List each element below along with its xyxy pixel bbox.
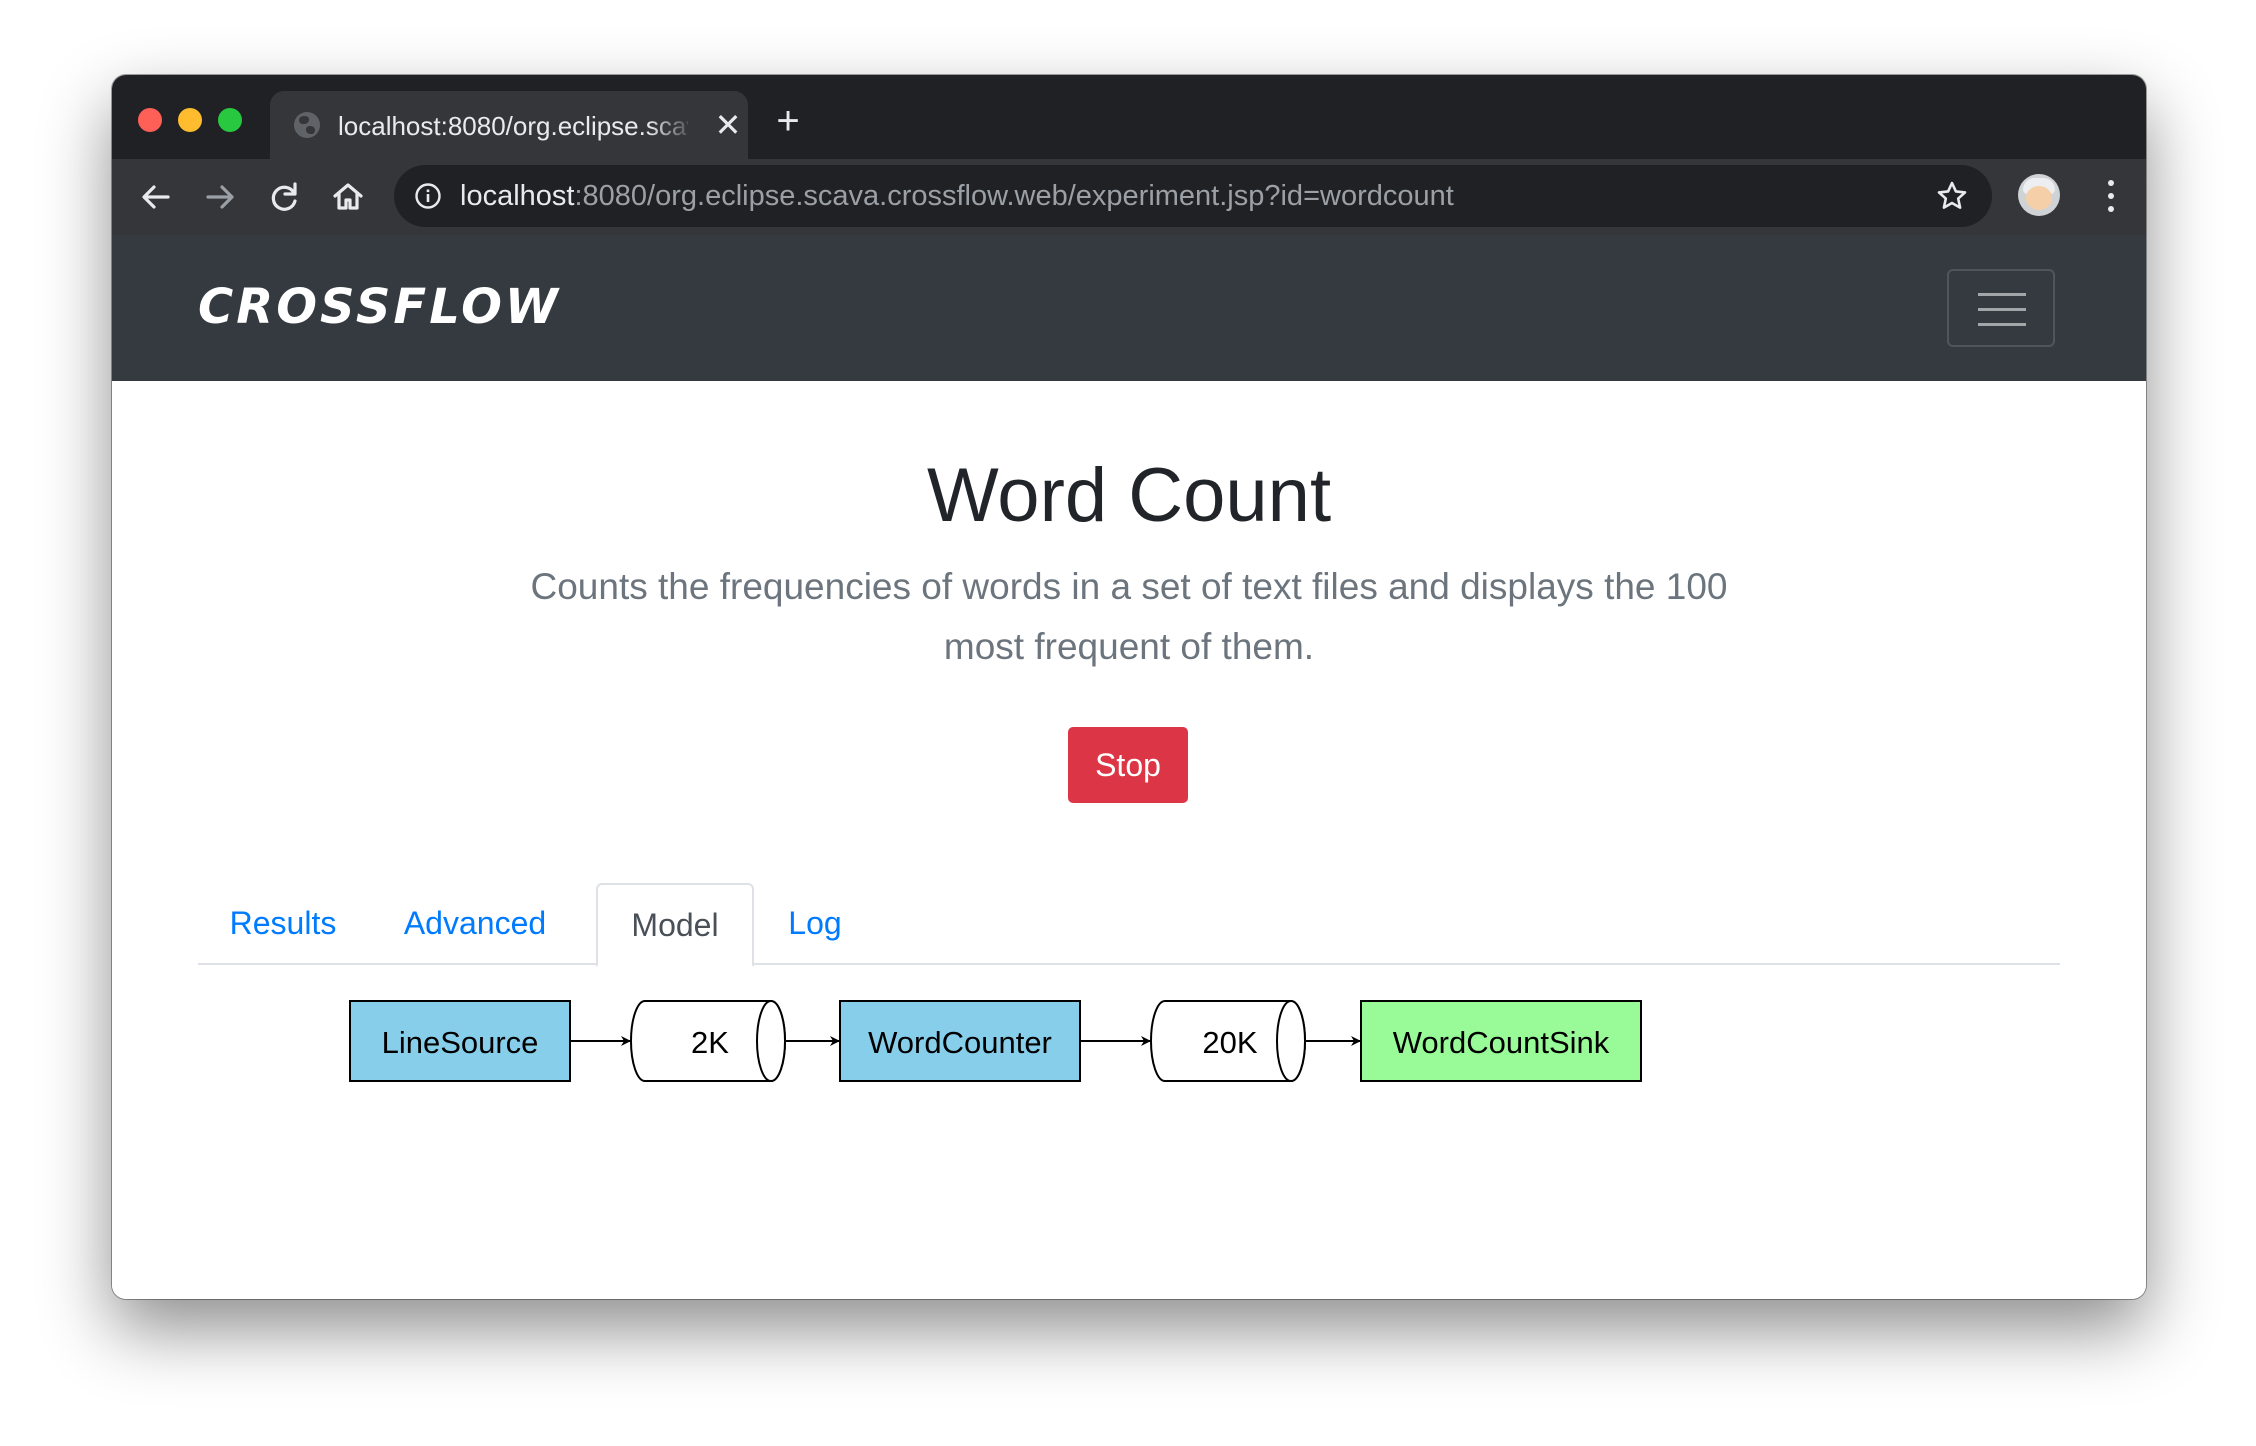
hamburger-icon — [1978, 293, 2026, 296]
queue-label: 20K — [1202, 1025, 1257, 1060]
minimize-window-button[interactable] — [178, 108, 202, 132]
browser-toolbar: localhost:8080/org.eclipse.scava.crossfl… — [112, 159, 2146, 235]
forward-icon[interactable] — [196, 173, 244, 221]
queue-node-20k[interactable]: 20K — [1150, 1000, 1306, 1082]
browser-tab[interactable]: localhost:8080/org.eclipse.scava.crossfl… — [270, 91, 748, 159]
brand-logo[interactable]: CROSSFLOW — [198, 279, 561, 335]
task-label: LineSource — [382, 1025, 539, 1060]
queue-node-2k[interactable]: 2K — [630, 1000, 786, 1082]
experiment-description: Counts the frequencies of words in a set… — [530, 566, 1728, 667]
reload-icon[interactable] — [260, 173, 308, 221]
tab-strip: localhost:8080/org.eclipse.scava.crossfl… — [112, 75, 2146, 159]
browser-window: localhost:8080/org.eclipse.scava.crossfl… — [112, 75, 2146, 1299]
address-bar[interactable]: localhost:8080/org.eclipse.scava.crossfl… — [394, 165, 1992, 227]
url-text: localhost:8080/org.eclipse.scava.crossfl… — [460, 179, 1454, 213]
url-path: :8080/org.eclipse.scava.crossflow.web/ex… — [574, 180, 1454, 212]
new-tab-icon[interactable]: + — [768, 101, 808, 141]
tab-log[interactable]: Log — [754, 883, 876, 963]
task-label: WordCountSink — [1393, 1025, 1610, 1060]
tab-results[interactable]: Results — [198, 883, 368, 963]
tab-advanced[interactable]: Advanced — [368, 883, 582, 963]
web-page: CROSSFLOW Word Count Counts the frequenc… — [112, 235, 2146, 1299]
menu-dots-icon[interactable] — [2096, 175, 2126, 219]
stop-button[interactable]: Stop — [1068, 727, 1188, 803]
url-host: localhost — [460, 180, 575, 212]
back-icon[interactable] — [132, 173, 180, 221]
maximize-window-button[interactable] — [218, 108, 242, 132]
experiment-tabs: Results Advanced Model Log — [198, 883, 2060, 967]
tab-close-icon[interactable]: ✕ — [710, 107, 746, 143]
tab-title: localhost:8080/org.eclipse.scava.crossfl… — [338, 111, 688, 141]
tab-model[interactable]: Model — [596, 883, 754, 967]
close-window-button[interactable] — [138, 108, 162, 132]
home-icon[interactable] — [324, 173, 372, 221]
page-title: Word Count — [926, 453, 1332, 538]
navbar: CROSSFLOW — [112, 235, 2146, 381]
star-icon[interactable] — [1934, 178, 1970, 214]
globe-icon — [294, 112, 320, 138]
profile-avatar[interactable] — [2018, 174, 2060, 216]
info-icon[interactable] — [414, 182, 442, 210]
workflow-model-diagram: LineSource 2K WordCounter 20K WordCountS… — [349, 1000, 1642, 1082]
queue-label: 2K — [691, 1025, 729, 1060]
navbar-toggler-button[interactable] — [1947, 269, 2055, 347]
task-label: WordCounter — [868, 1025, 1052, 1060]
